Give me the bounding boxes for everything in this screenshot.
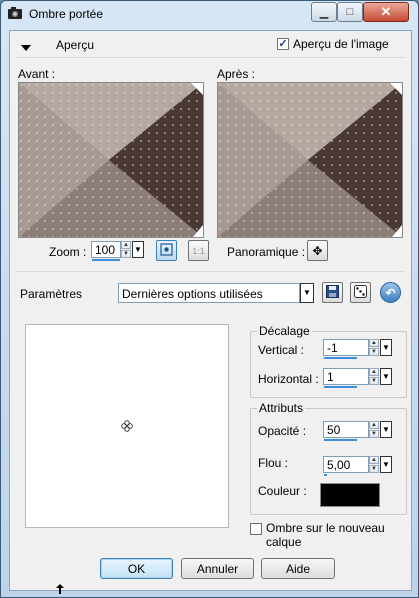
title-bar[interactable]: Ombre portée ▁ □ ✕ <box>1 1 418 27</box>
separator-line <box>16 57 405 58</box>
zoom-fit-button[interactable] <box>156 240 177 261</box>
shadow-color-swatch[interactable] <box>320 483 380 507</box>
cancel-button[interactable]: Annuler <box>181 558 254 579</box>
horizontal-dropdown[interactable]: ▼ <box>380 368 392 385</box>
ok-button[interactable]: OK <box>100 558 173 579</box>
opacity-slider-bar[interactable] <box>324 439 357 441</box>
attributes-group-label: Attributs <box>257 401 306 415</box>
save-preset-button[interactable] <box>322 282 343 303</box>
spin-down-icon[interactable]: ▼ <box>369 430 379 438</box>
close-icon: ✕ <box>380 4 392 19</box>
image-preview-label[interactable]: Aperçu de l'image <box>293 37 389 51</box>
zoom-label: Zoom : <box>49 245 87 259</box>
vertical-input[interactable]: -1 <box>323 339 369 356</box>
image-preview-checkbox[interactable]: ✓ <box>277 38 289 50</box>
chevron-down-icon: ▼ <box>382 343 390 352</box>
undo-icon: ↶ <box>385 285 396 300</box>
chevron-down-icon: ▼ <box>382 425 390 434</box>
separator-line <box>16 271 405 272</box>
vertical-dropdown[interactable]: ▼ <box>380 339 392 356</box>
spin-up-icon[interactable]: ▲ <box>369 368 379 376</box>
spin-up-icon[interactable]: ▲ <box>369 339 379 347</box>
chevron-down-icon: ▼ <box>382 372 390 381</box>
blur-dropdown[interactable]: ▼ <box>380 456 392 473</box>
horizontal-spinner[interactable]: ▲ ▼ <box>369 368 379 385</box>
app-icon <box>8 7 22 20</box>
save-icon <box>326 284 339 301</box>
actual-size-icon: 1:1 <box>192 245 205 256</box>
cancel-button-label: Annuler <box>196 561 239 576</box>
window-title: Ombre portée <box>29 7 104 21</box>
mouse-cursor-icon <box>56 583 64 597</box>
offset-group-label: Décalage <box>257 324 312 338</box>
before-label: Avant : <box>18 67 56 81</box>
spin-down-icon[interactable]: ▼ <box>369 348 379 356</box>
spin-up-icon[interactable]: ▲ <box>369 421 379 429</box>
minimize-icon: ▁ <box>319 6 329 19</box>
horizontal-label: Horizontal : <box>258 372 319 386</box>
close-button[interactable]: ✕ <box>363 2 409 22</box>
ok-button-label: OK <box>127 561 146 576</box>
shadow-offset-preview[interactable] <box>25 324 229 528</box>
minimize-button[interactable]: ▁ <box>311 2 337 22</box>
crosshair-icon[interactable] <box>120 419 134 436</box>
new-layer-checkbox[interactable] <box>250 523 262 535</box>
randomize-button[interactable] <box>350 282 371 303</box>
zoom-spinner[interactable]: ▲ ▼ <box>121 241 131 258</box>
blur-label: Flou : <box>258 456 289 470</box>
after-preview-image <box>217 82 403 238</box>
spin-down-icon[interactable]: ▼ <box>121 250 131 258</box>
preview-section-label: Aperçu <box>56 38 95 52</box>
blur-slider-bar[interactable] <box>324 474 327 476</box>
pan-button[interactable]: ✥ <box>307 240 328 261</box>
help-button-label: Aide <box>285 561 311 576</box>
zoom-slider-bar[interactable] <box>92 259 120 261</box>
zoom-input[interactable]: 100 <box>91 241 121 258</box>
spin-up-icon[interactable]: ▲ <box>121 241 131 249</box>
horizontal-slider-bar[interactable] <box>324 386 357 388</box>
new-layer-label[interactable]: Ombre sur le nouveau calque <box>266 521 411 549</box>
collapse-arrow-icon[interactable] <box>21 40 31 54</box>
vertical-label: Vertical : <box>258 343 305 357</box>
maximize-button[interactable]: □ <box>337 2 363 22</box>
chevron-down-icon: ▼ <box>303 288 311 297</box>
zoom-fit-icon <box>160 242 173 259</box>
dialog-window: Ombre portée ▁ □ ✕ Aperçu ✓ Aperçu de l'… <box>0 0 419 598</box>
spin-down-icon[interactable]: ▼ <box>369 465 379 473</box>
dialog-content: Aperçu ✓ Aperçu de l'image Avant : Après… <box>9 30 412 594</box>
help-button[interactable]: Aide <box>261 558 335 579</box>
zoom-actual-size-button[interactable]: 1:1 <box>188 240 209 261</box>
opacity-label: Opacité : <box>258 424 307 438</box>
pan-label: Panoramique : <box>227 245 306 259</box>
blur-spinner[interactable]: ▲ ▼ <box>369 456 379 473</box>
preset-select[interactable]: Dernières options utilisées <box>118 283 300 303</box>
chevron-down-icon: ▼ <box>134 245 142 254</box>
chevron-down-icon: ▼ <box>382 460 390 469</box>
opacity-dropdown[interactable]: ▼ <box>380 421 392 438</box>
color-label: Couleur : <box>258 484 307 498</box>
after-label: Après : <box>217 67 256 81</box>
params-label: Paramètres <box>20 287 83 301</box>
maximize-icon: □ <box>346 6 354 18</box>
move-icon: ✥ <box>312 243 323 258</box>
spin-down-icon[interactable]: ▼ <box>369 377 379 385</box>
preset-dropdown[interactable]: ▼ <box>300 283 314 303</box>
before-preview-image <box>18 82 204 238</box>
vertical-spinner[interactable]: ▲ ▼ <box>369 339 379 356</box>
spin-up-icon[interactable]: ▲ <box>369 456 379 464</box>
opacity-spinner[interactable]: ▲ ▼ <box>369 421 379 438</box>
horizontal-input[interactable]: 1 <box>323 368 369 385</box>
zoom-dropdown[interactable]: ▼ <box>132 241 144 258</box>
reset-button[interactable]: ↶ <box>380 282 401 303</box>
vertical-slider-bar[interactable] <box>324 357 357 359</box>
opacity-input[interactable]: 50 <box>323 421 369 438</box>
blur-input[interactable]: 5,00 <box>323 456 369 473</box>
dice-icon <box>354 284 367 301</box>
